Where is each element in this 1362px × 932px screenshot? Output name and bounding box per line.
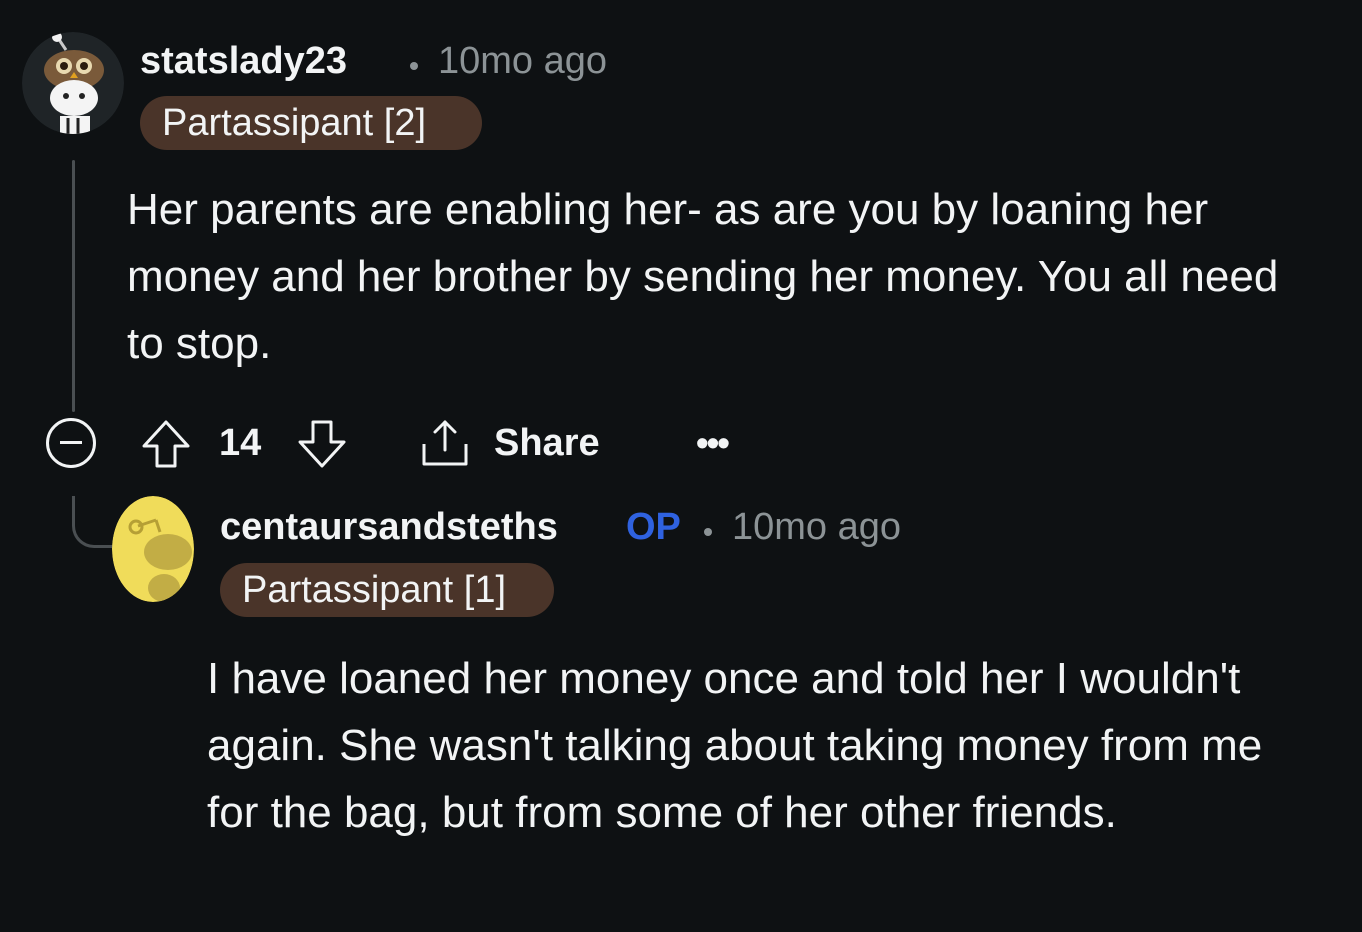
user-flair: Partassipant [1]: [220, 563, 554, 617]
snoo-owl-avatar-icon: [22, 32, 124, 134]
share-button[interactable]: Share: [494, 422, 600, 465]
user-flair: Partassipant [2]: [140, 96, 482, 150]
snoo-default-avatar-icon: [112, 496, 194, 602]
thread-line[interactable]: [72, 160, 75, 412]
separator-dot: [704, 528, 712, 536]
downvote-icon[interactable]: [296, 418, 348, 470]
avatar-centaursandsteths[interactable]: [112, 496, 194, 602]
reply-body: I have loaned her money once and told he…: [207, 654, 1263, 837]
comment-body: Her parents are enabling her- as are you…: [127, 185, 1279, 368]
separator-dot: [410, 62, 418, 70]
share-icon[interactable]: [418, 416, 472, 470]
reply-timestamp[interactable]: 10mo ago: [732, 506, 901, 549]
comment-thread: statslady23 10mo ago Partassipant [2] He…: [0, 0, 1362, 932]
comment-author[interactable]: statslady23: [140, 40, 347, 83]
vote-score: 14: [219, 422, 262, 464]
op-badge: OP: [626, 506, 681, 548]
reply-author[interactable]: centaursandsteths: [220, 506, 558, 549]
avatar-statslady23[interactable]: [22, 32, 124, 134]
comment-timestamp[interactable]: 10mo ago: [438, 40, 607, 83]
upvote-icon[interactable]: [140, 418, 192, 470]
more-options-button[interactable]: •••: [696, 422, 730, 464]
collapse-thread-button[interactable]: [46, 418, 96, 468]
